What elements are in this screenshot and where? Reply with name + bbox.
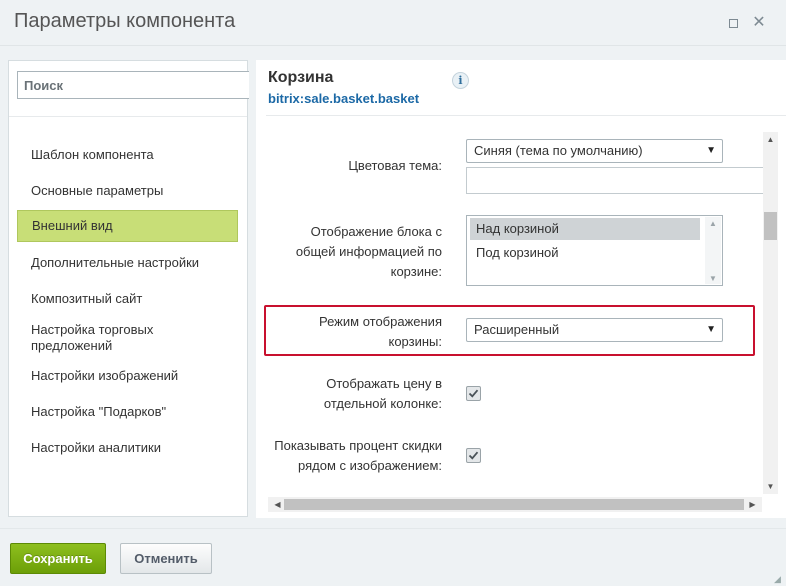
sidebar-item-gifts[interactable]: Настройка "Подарков" — [17, 404, 238, 420]
total-block-listbox[interactable]: Над корзиной Под корзиной ▲ ▼ — [466, 215, 723, 286]
scrollbar-thumb[interactable] — [284, 499, 744, 510]
sidebar-item-appearance[interactable]: Внешний вид — [17, 210, 238, 242]
resize-grip-icon[interactable]: ◢ — [774, 574, 784, 584]
checkmark-icon — [468, 389, 479, 398]
scroll-down-icon[interactable]: ▼ — [763, 482, 778, 491]
save-button[interactable]: Сохранить — [10, 543, 106, 574]
sidebar-item-basic-params[interactable]: Основные параметры — [17, 183, 238, 199]
component-title: Корзина — [268, 69, 334, 86]
info-icon[interactable]: i — [452, 72, 469, 89]
sidebar-item-images[interactable]: Настройки изображений — [17, 368, 238, 384]
cancel-button[interactable]: Отменить — [120, 543, 212, 574]
color-theme-extra-field[interactable] — [466, 167, 766, 194]
color-theme-label: Цветовая тема: — [348, 158, 442, 173]
scroll-down-icon[interactable]: ▼ — [705, 274, 721, 283]
sidebar-item-template[interactable]: Шаблон компонента — [17, 147, 238, 163]
horizontal-scrollbar[interactable]: ◀ ▶ — [268, 497, 762, 512]
scroll-right-icon[interactable]: ▶ — [745, 497, 760, 512]
color-theme-value: Синяя (тема по умолчанию) — [474, 143, 643, 158]
price-column-checkbox[interactable] — [466, 386, 481, 401]
maximize-icon[interactable] — [724, 14, 742, 32]
header-divider — [266, 115, 786, 116]
checkmark-icon — [468, 451, 479, 460]
window-titlebar: Параметры компонента ✕ — [0, 0, 786, 46]
sidebar-item-additional[interactable]: Дополнительные настройки — [17, 255, 238, 271]
search-input[interactable] — [17, 71, 249, 99]
scroll-up-icon[interactable]: ▲ — [705, 219, 721, 228]
scroll-left-icon[interactable]: ◀ — [270, 497, 285, 512]
discount-percent-checkbox[interactable] — [466, 448, 481, 463]
scrollbar-thumb[interactable] — [764, 212, 777, 240]
dialog-footer: Сохранить Отменить ◢ — [0, 528, 786, 586]
dropdown-arrow-icon: ▼ — [706, 145, 716, 156]
sidebar: Шаблон компонента Основные параметры Вне… — [8, 60, 249, 517]
vertical-scrollbar[interactable]: ▲ ▼ — [763, 132, 778, 494]
component-code: bitrix:sale.basket.basket — [268, 91, 420, 106]
list-item[interactable]: Под корзиной — [470, 242, 700, 264]
total-block-label: Отображение блока с общей информацией по… — [295, 224, 442, 279]
sidebar-item-composite[interactable]: Композитный сайт — [17, 291, 238, 307]
sidebar-item-offers[interactable]: Настройка торговых предложений — [17, 322, 217, 354]
color-theme-select[interactable]: Синяя (тема по умолчанию) ▼ — [466, 139, 723, 163]
list-item[interactable]: Над корзиной — [470, 218, 700, 240]
close-icon[interactable]: ✕ — [750, 14, 768, 32]
window-title: Параметры компонента — [14, 10, 236, 32]
price-column-label: Отображать цену в отдельной колонке: — [323, 376, 442, 411]
listbox-scrollbar[interactable]: ▲ ▼ — [705, 217, 721, 284]
discount-percent-label: Показывать процент скидки рядом с изобра… — [274, 438, 442, 473]
sidebar-item-analytics[interactable]: Настройки аналитики — [17, 440, 238, 456]
scroll-up-icon[interactable]: ▲ — [763, 135, 778, 144]
sidebar-divider — [9, 116, 247, 117]
highlight-frame — [264, 305, 755, 356]
